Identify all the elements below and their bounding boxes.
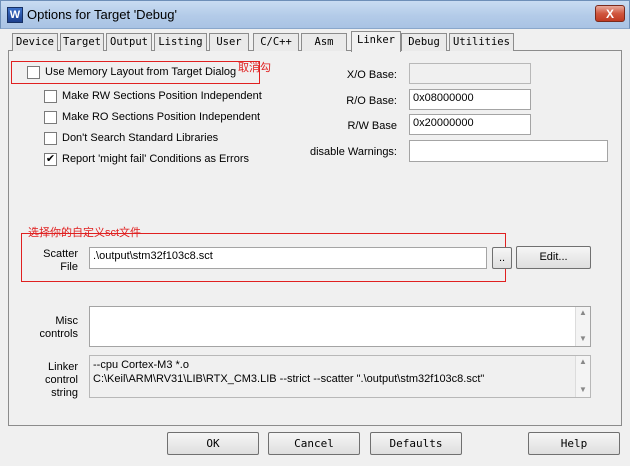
linker-control-label-line1: Linker	[48, 361, 78, 373]
ok-button[interactable]: OK	[167, 432, 259, 455]
dont-search-checkbox[interactable]	[44, 132, 57, 145]
linker-control-line2: C:\Keil\ARM\RV31\LIB\RTX_CM3.LIB --stric…	[93, 373, 485, 385]
tab-listing[interactable]: Listing	[154, 33, 207, 51]
window-title: Options for Target 'Debug'	[27, 7, 177, 22]
misc-controls-label-line1: Misc	[55, 315, 78, 327]
help-button[interactable]: Help	[528, 432, 620, 455]
ro-base-field[interactable]: 0x08000000	[409, 89, 531, 110]
scatter-file-label-line2: File	[60, 261, 78, 273]
report-might-fail-checkbox[interactable]: ✔	[44, 153, 57, 166]
rw-base-label: R/W Base	[347, 120, 397, 132]
make-ro-checkbox[interactable]	[44, 111, 57, 124]
make-ro-label: Make RO Sections Position Independent	[62, 111, 261, 123]
tab-target[interactable]: Target	[60, 33, 104, 51]
scroll-down-icon[interactable]: ▼	[579, 385, 587, 394]
disable-warnings-field[interactable]	[409, 140, 608, 162]
ro-base-label: R/O Base:	[346, 95, 397, 107]
linker-control-label-line2: control	[44, 374, 78, 386]
tab-cpp[interactable]: C/C++	[253, 33, 299, 51]
make-rw-checkbox[interactable]	[44, 90, 57, 103]
disable-warnings-label: disable Warnings:	[309, 146, 397, 158]
defaults-button[interactable]: Defaults	[370, 432, 462, 455]
tab-utilities[interactable]: Utilities	[449, 33, 514, 51]
cancel-button[interactable]: Cancel	[268, 432, 360, 455]
check-mark-icon: ✔	[45, 153, 56, 165]
tab-user[interactable]: User	[209, 33, 249, 51]
use-memory-layout-checkbox[interactable]	[27, 66, 40, 79]
linker-control-line1: --cpu Cortex-M3 *.o	[93, 359, 189, 371]
linker-control-scrollbar[interactable]: ▲ ▼	[575, 356, 590, 397]
tab-output[interactable]: Output	[106, 33, 152, 51]
xo-base-label: X/O Base:	[346, 69, 397, 81]
misc-controls-field[interactable]: ▲ ▼	[89, 306, 591, 347]
scatter-file-field[interactable]: .\output\stm32f103c8.sct	[89, 247, 487, 269]
linker-control-field[interactable]: --cpu Cortex-M3 *.o C:\Keil\ARM\RV31\LIB…	[89, 355, 591, 398]
scatter-edit-button[interactable]: Edit...	[516, 246, 591, 269]
tab-linker[interactable]: Linker	[351, 31, 401, 52]
rw-base-field[interactable]: 0x20000000	[409, 114, 531, 135]
close-button[interactable]: X	[595, 5, 625, 22]
scatter-browse-button[interactable]: ..	[492, 247, 512, 269]
tab-asm[interactable]: Asm	[301, 33, 347, 51]
linker-control-label-line3: string	[51, 387, 78, 399]
scroll-down-icon[interactable]: ▼	[579, 334, 587, 343]
misc-controls-label-line2: controls	[39, 328, 78, 340]
annotation-uncheck-note: 取消勾	[238, 62, 271, 74]
xo-base-field[interactable]	[409, 63, 531, 84]
tab-device[interactable]: Device	[12, 33, 58, 51]
scatter-file-label-line1: Scatter	[43, 248, 78, 260]
report-might-fail-label: Report 'might fail' Conditions as Errors	[62, 153, 249, 165]
annotation-choose-sct-note: 选择你的自定义sct文件	[28, 227, 142, 239]
use-memory-layout-label: Use Memory Layout from Target Dialog	[45, 66, 237, 78]
tab-debug[interactable]: Debug	[401, 33, 447, 51]
misc-scrollbar[interactable]: ▲ ▼	[575, 307, 590, 346]
title-bar[interactable]: W Options for Target 'Debug' X	[0, 0, 630, 29]
dont-search-label: Don't Search Standard Libraries	[62, 132, 219, 144]
keil-app-icon: W	[7, 7, 23, 23]
scroll-up-icon[interactable]: ▲	[579, 308, 587, 317]
make-rw-label: Make RW Sections Position Independent	[62, 90, 262, 102]
scroll-up-icon[interactable]: ▲	[579, 357, 587, 366]
